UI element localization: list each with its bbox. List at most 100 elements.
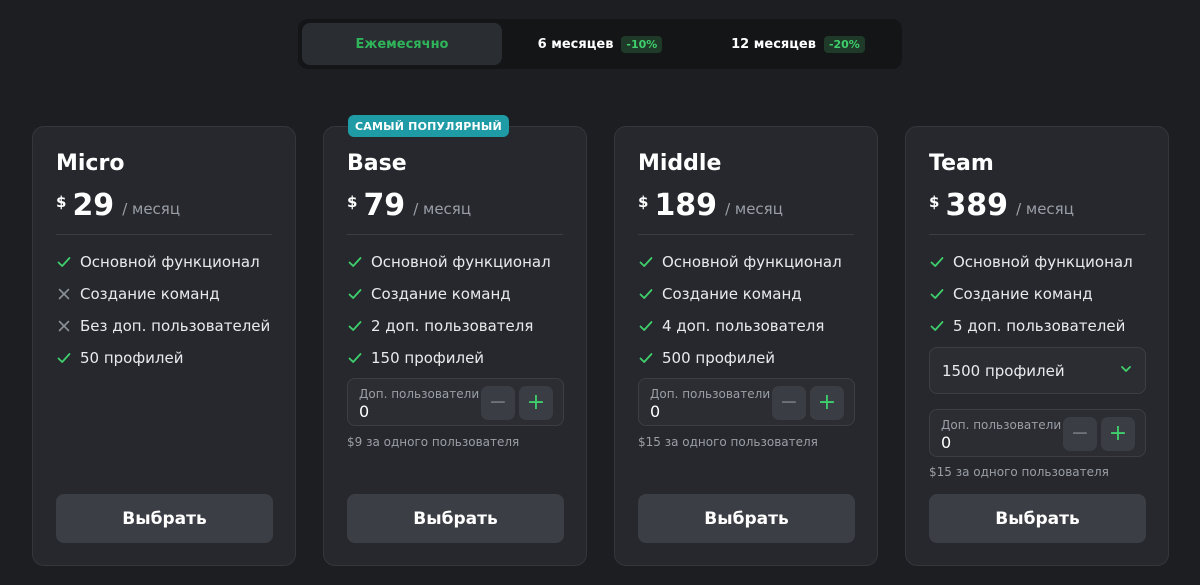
price-per-user-note: $9 за одного пользователя xyxy=(347,435,520,449)
feature-text: 5 доп. пользователей xyxy=(953,317,1126,335)
decrement-button[interactable]: − xyxy=(1063,417,1097,451)
feature-text: Основной функционал xyxy=(80,253,260,271)
check-icon xyxy=(638,286,654,302)
check-icon xyxy=(347,318,363,334)
feature-text: Без доп. пользователей xyxy=(80,317,271,335)
check-icon xyxy=(638,254,654,270)
feature-list: Основной функционал Создание команд Без до… xyxy=(56,246,270,374)
feature-list: Основной функционал Создание команд 4 доп.… xyxy=(638,246,842,374)
feature-list: Основной функционал Создание команд 5 доп.… xyxy=(929,246,1133,342)
feature-item: 50 профилей xyxy=(56,342,270,374)
check-icon xyxy=(638,350,654,366)
check-icon xyxy=(347,254,363,270)
feature-text: 150 профилей xyxy=(371,349,485,367)
select-plan-button[interactable]: Выбрать xyxy=(56,494,273,543)
price-period: / месяц xyxy=(725,200,783,218)
check-icon xyxy=(638,318,654,334)
feature-item: 4 доп. пользователя xyxy=(638,310,842,342)
feature-text: Создание команд xyxy=(80,285,220,303)
feature-item: Основной функционал xyxy=(347,246,551,278)
feature-text: 2 доп. пользователя xyxy=(371,317,534,335)
plan-card-team: Team $ 389 / месяц Основной функционал Со… xyxy=(905,126,1169,566)
plan-card-micro: Micro $ 29 / месяц Основной функционал Со… xyxy=(32,126,296,566)
stepper-value[interactable]: 0 xyxy=(941,433,951,452)
currency-symbol: $ xyxy=(56,193,67,211)
cross-icon xyxy=(56,286,72,302)
feature-item: Создание команд xyxy=(347,278,551,310)
price-per-user-note: $15 за одного пользователя xyxy=(638,435,818,449)
feature-item: Без доп. пользователей xyxy=(56,310,270,342)
check-icon xyxy=(347,286,363,302)
billing-option-label: 12 месяцев xyxy=(731,36,816,52)
select-plan-button[interactable]: Выбрать xyxy=(347,494,564,543)
select-plan-button[interactable]: Выбрать xyxy=(638,494,855,543)
billing-option-label: 6 месяцев xyxy=(537,36,614,52)
discount-badge: -20% xyxy=(823,35,865,53)
increment-button[interactable]: + xyxy=(1101,417,1135,451)
check-icon xyxy=(929,318,945,334)
feature-item: Создание команд xyxy=(929,278,1133,310)
plan-price: $ 389 / месяц xyxy=(929,189,1074,223)
feature-text: Создание команд xyxy=(953,285,1093,303)
check-icon xyxy=(56,254,72,270)
feature-item: 500 профилей xyxy=(638,342,842,374)
most-popular-badge: САМЫЙ ПОПУЛЯРНЫЙ xyxy=(348,115,509,137)
feature-list: Основной функционал Создание команд 2 доп.… xyxy=(347,246,551,374)
currency-symbol: $ xyxy=(929,193,940,211)
billing-option-label: Ежемесячно xyxy=(355,36,449,52)
plan-name: Middle xyxy=(638,151,722,176)
currency-symbol: $ xyxy=(347,193,358,211)
decrement-button[interactable]: − xyxy=(481,386,515,420)
feature-item: Основной функционал xyxy=(929,246,1133,278)
plan-price: $ 29 / месяц xyxy=(56,189,180,223)
price-per-user-note: $15 за одного пользователя xyxy=(929,465,1109,479)
decrement-button[interactable]: − xyxy=(772,386,806,420)
plan-price: $ 79 / месяц xyxy=(347,189,471,223)
extra-users-stepper: Доп. пользователи 0 − + xyxy=(929,409,1146,457)
price-amount: 29 xyxy=(72,188,115,223)
stepper-label: Доп. пользователи xyxy=(941,418,1062,432)
plan-price: $ 189 / месяц xyxy=(638,189,783,223)
feature-text: 50 профилей xyxy=(80,349,184,367)
feature-item: Создание команд xyxy=(638,278,842,310)
cross-icon xyxy=(56,318,72,334)
stepper-value[interactable]: 0 xyxy=(359,402,369,421)
divider xyxy=(347,234,563,235)
price-period: / месяц xyxy=(1016,200,1074,218)
feature-text: 4 доп. пользователя xyxy=(662,317,825,335)
feature-item: 2 доп. пользователя xyxy=(347,310,551,342)
feature-text: Создание команд xyxy=(662,285,802,303)
feature-item: 150 профилей xyxy=(347,342,551,374)
currency-symbol: $ xyxy=(638,193,649,211)
feature-item: Основной функционал xyxy=(56,246,270,278)
stepper-value[interactable]: 0 xyxy=(650,402,660,421)
chevron-down-icon xyxy=(1119,362,1133,380)
select-plan-button[interactable]: Выбрать xyxy=(929,494,1146,543)
extra-users-stepper: Доп. пользователи 0 − + xyxy=(638,378,855,426)
feature-text: Основной функционал xyxy=(371,253,551,271)
price-amount: 389 xyxy=(945,188,1009,223)
billing-option-6-months[interactable]: 6 месяцев -10% xyxy=(502,23,698,65)
divider xyxy=(638,234,854,235)
check-icon xyxy=(929,286,945,302)
dropdown-value: 1500 профилей xyxy=(942,361,1065,380)
plan-name: Micro xyxy=(56,151,125,176)
price-period: / месяц xyxy=(413,200,472,218)
divider xyxy=(929,234,1145,235)
check-icon xyxy=(347,350,363,366)
extra-users-stepper: Доп. пользователи 0 − + xyxy=(347,378,564,426)
discount-badge: -10% xyxy=(621,35,663,53)
feature-item: Основной функционал xyxy=(638,246,842,278)
increment-button[interactable]: + xyxy=(810,386,844,420)
divider xyxy=(56,234,272,235)
feature-text: Основной функционал xyxy=(662,253,842,271)
feature-item: Создание команд xyxy=(56,278,270,310)
check-icon xyxy=(929,254,945,270)
billing-option-12-months[interactable]: 12 месяцев -20% xyxy=(698,23,898,65)
increment-button[interactable]: + xyxy=(519,386,553,420)
billing-option-monthly[interactable]: Ежемесячно xyxy=(302,23,502,65)
check-icon xyxy=(56,350,72,366)
profiles-dropdown[interactable]: 1500 профилей xyxy=(929,347,1146,394)
feature-text: 500 профилей xyxy=(662,349,776,367)
price-amount: 79 xyxy=(363,188,406,223)
